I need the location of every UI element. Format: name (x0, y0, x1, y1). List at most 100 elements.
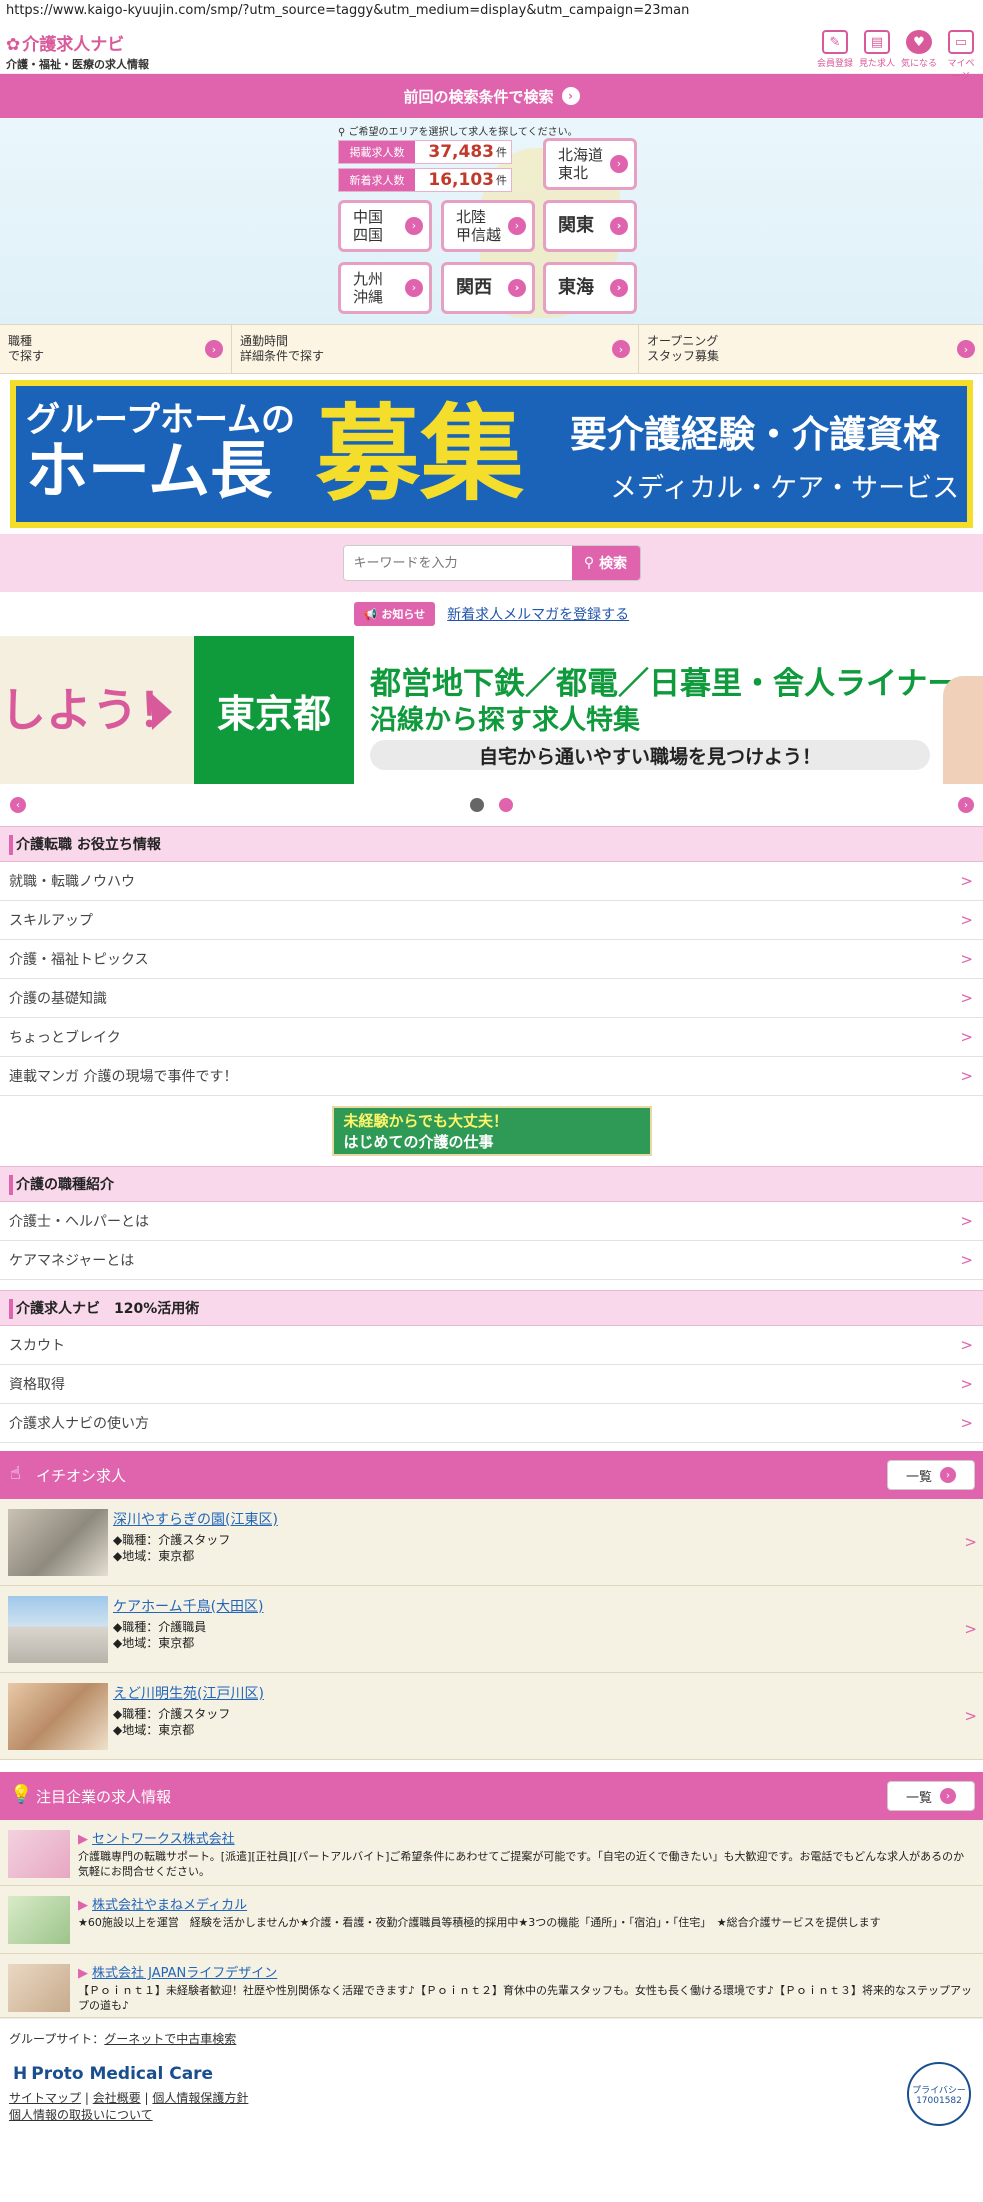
chevron-right-icon: > (960, 1251, 973, 1269)
job-card[interactable]: ケアホーム千鳥(大田区) ◆職種：介護職員 ◆地域：東京都 > (0, 1586, 983, 1673)
chevron-right-icon: > (960, 950, 973, 968)
region-chugoku-shikoku[interactable]: 中国 四国 › (338, 200, 432, 252)
newsletter-link[interactable]: 新着求人メルマガを登録する (447, 604, 629, 624)
chevron-right-icon: › (612, 340, 630, 358)
featured-more-button[interactable]: 一覧 › (887, 1460, 975, 1490)
chevron-right-icon: > (960, 1375, 973, 1393)
heart-icon: ♥ (906, 30, 932, 54)
keyword-input[interactable] (343, 546, 572, 580)
area-search: ⚲ ご希望のエリアを選択して求人を探してください。 掲載求人数 37,483 件 … (0, 118, 983, 324)
chevron-right-icon: > (960, 1414, 973, 1432)
group-site: グループサイト：グーネットで中古車検索 (9, 2032, 237, 2046)
slider-dot-2[interactable] (499, 798, 513, 812)
featured-jobs-header: ☝ イチオシ求人 一覧 › (0, 1451, 983, 1499)
triangle-right-icon: ▶ (78, 1966, 88, 1981)
logo-subtitle: 介護・福祉・医療の求人情報 (6, 58, 149, 71)
site-footer: グループサイト：グーネットで中古車検索 H Proto Medical Care … (0, 2018, 983, 2163)
home-manager-banner[interactable]: グループホームの ホーム長 募集 要介護経験・介護資格 メディカル・ケア・サービ… (0, 374, 983, 534)
mypage-button[interactable]: ▭ マイページ (943, 30, 979, 82)
list-item[interactable]: 介護の基礎知識 > (0, 979, 983, 1018)
slider-dot-1[interactable] (470, 798, 484, 812)
slider-next-button[interactable]: › (958, 797, 974, 813)
company-card[interactable]: ▶ セントワークス株式会社 介護職専門の転職サポート。[派遣][正社員][パートア… (0, 1820, 983, 1886)
chevron-right-icon: > (960, 1336, 973, 1354)
pointing-hand-icon: ☝ (10, 1463, 21, 1484)
search-by-jobtype[interactable]: 職種 で探す › (0, 325, 232, 373)
search-icon: ⚲ (583, 555, 600, 571)
region-kanto[interactable]: 関東 › (543, 200, 637, 252)
chevron-right-icon: › (405, 279, 423, 297)
region-kyushu-okinawa[interactable]: 九州 沖縄 › (338, 262, 432, 314)
chevron-right-icon: › (205, 340, 223, 358)
search-opening-staff[interactable]: オープニング スタッフ募集 › (639, 325, 983, 373)
company-logo (8, 1896, 70, 1944)
section-tips-title: 介護転職 お役立ち情報 (0, 826, 983, 862)
chevron-right-icon: › (610, 279, 628, 297)
privacy-mark[interactable]: プライバシー 17001582 (907, 2062, 971, 2126)
feature-slide[interactable]: しよう！ 東京都 都営地下鉄／都電／日暮里・舎人ライナー 沿線から探す求人特集 … (0, 636, 983, 784)
triangle-right-icon: ▶ (78, 1898, 88, 1913)
flower-icon: ✿ (6, 35, 21, 55)
search-tabs: 職種 で探す › 通勤時間 詳細条件で探す › オープニング スタッフ募集 › (0, 324, 983, 374)
job-photo (8, 1596, 108, 1663)
list-icon: ▤ (864, 30, 890, 54)
register-button[interactable]: ✎ 会員登録 (817, 30, 853, 82)
new-count: 新着求人数 16,103 件 (338, 168, 512, 192)
chevron-right-icon: › (610, 155, 628, 173)
list-item[interactable]: スカウト > (0, 1326, 983, 1365)
brand-logo[interactable]: H Proto Medical Care (13, 2064, 213, 2084)
hospital-icon: H (13, 2064, 28, 2084)
company-logo (8, 1830, 70, 1878)
site-header: ✿ 介護求人ナビ 介護・福祉・医療の求人情報 ✎ 会員登録 ▤ 見た求人 ♥ 気になる … (0, 24, 983, 82)
pin-icon: ⚲ (338, 127, 349, 138)
chevron-right-icon: > (960, 911, 973, 929)
book-icon: ▭ (948, 30, 974, 54)
chevron-right-icon: > (964, 1533, 977, 1551)
list-item[interactable]: 資格取得 > (0, 1365, 983, 1404)
person-photo (943, 676, 983, 784)
list-item[interactable]: ちょっとブレイク > (0, 1018, 983, 1057)
chevron-right-icon: › (508, 279, 526, 297)
region-hokuriku-koshinetsu[interactable]: 北陸 甲信越 › (441, 200, 535, 252)
slider-prev-button[interactable]: ‹ (10, 797, 26, 813)
region-tokai[interactable]: 東海 › (543, 262, 637, 314)
list-item[interactable]: 連載マンガ 介護の現場で事件です！ > (0, 1057, 983, 1096)
chevron-right-icon: › (508, 217, 526, 235)
footer-links: サイトマップ | 会社概要 | 個人情報保護方針 個人情報の取扱いについて (9, 2091, 249, 2122)
beginner-banner[interactable]: 未経験からでも大丈夫！ はじめての介護の仕事 (0, 1096, 983, 1166)
list-item[interactable]: ケアマネジャーとは > (0, 1241, 983, 1280)
list-item[interactable]: 介護・福祉トピックス > (0, 940, 983, 979)
company-card[interactable]: ▶ 株式会社やまねメディカル ★60施設以上を運営 経験を活かしませんか★介護・看… (0, 1886, 983, 1954)
companies-header: 💡 注目企業の求人情報 一覧 › (0, 1772, 983, 1820)
list-item[interactable]: スキルアップ > (0, 901, 983, 940)
viewed-jobs-button[interactable]: ▤ 見た求人 (859, 30, 895, 82)
megaphone-icon: 📢 (363, 608, 382, 621)
list-item[interactable]: 介護士・ヘルパーとは > (0, 1202, 983, 1241)
companies-more-button[interactable]: 一覧 › (887, 1781, 975, 1811)
favorites-button[interactable]: ♥ 気になる (901, 30, 937, 82)
site-logo[interactable]: ✿ 介護求人ナビ 介護・福祉・医療の求人情報 (6, 30, 149, 72)
chevron-right-icon: › (940, 1788, 956, 1804)
search-by-commute[interactable]: 通勤時間 詳細条件で探す › (232, 325, 639, 373)
search-button[interactable]: ⚲ 検索 (571, 546, 640, 580)
region-hokkaido-tohoku[interactable]: 北海道 東北 › (543, 138, 637, 190)
list-item[interactable]: 就職・転職ノウハウ > (0, 862, 983, 901)
url-bar[interactable]: https://www.kaigo-kyuujin.com/smp/?utm_s… (0, 0, 983, 24)
slider-controls: ‹ › (0, 784, 983, 826)
job-card[interactable]: 深川やすらぎの園(江東区) ◆職種：介護スタッフ ◆地域：東京都 > (0, 1499, 983, 1586)
job-photo (8, 1683, 108, 1750)
chevron-right-icon: > (960, 1028, 973, 1046)
company-card[interactable]: ▶ 株式会社 JAPANライフデザイン 【Ｐｏｉｎｔ１】未経験者歓迎！社歴や性別関… (0, 1954, 983, 2018)
chevron-right-icon: › (561, 87, 580, 105)
chevron-right-icon: > (960, 1067, 973, 1085)
list-item[interactable]: 介護求人ナビの使い方 > (0, 1404, 983, 1443)
job-card[interactable]: えど川明生苑(江戸川区) ◆職種：介護スタッフ ◆地域：東京都 > (0, 1673, 983, 1760)
area-guide: ⚲ ご希望のエリアを選択して求人を探してください。 (338, 127, 578, 138)
keyword-search: ⚲ 検索 (0, 534, 983, 592)
section-usage-title: 介護求人ナビ 120%活用術 (0, 1290, 983, 1326)
chevron-right-icon: > (964, 1620, 977, 1638)
job-photo (8, 1509, 108, 1576)
chevron-right-icon: > (960, 1212, 973, 1230)
listed-count: 掲載求人数 37,483 件 (338, 140, 512, 164)
region-kansai[interactable]: 関西 › (441, 262, 535, 314)
